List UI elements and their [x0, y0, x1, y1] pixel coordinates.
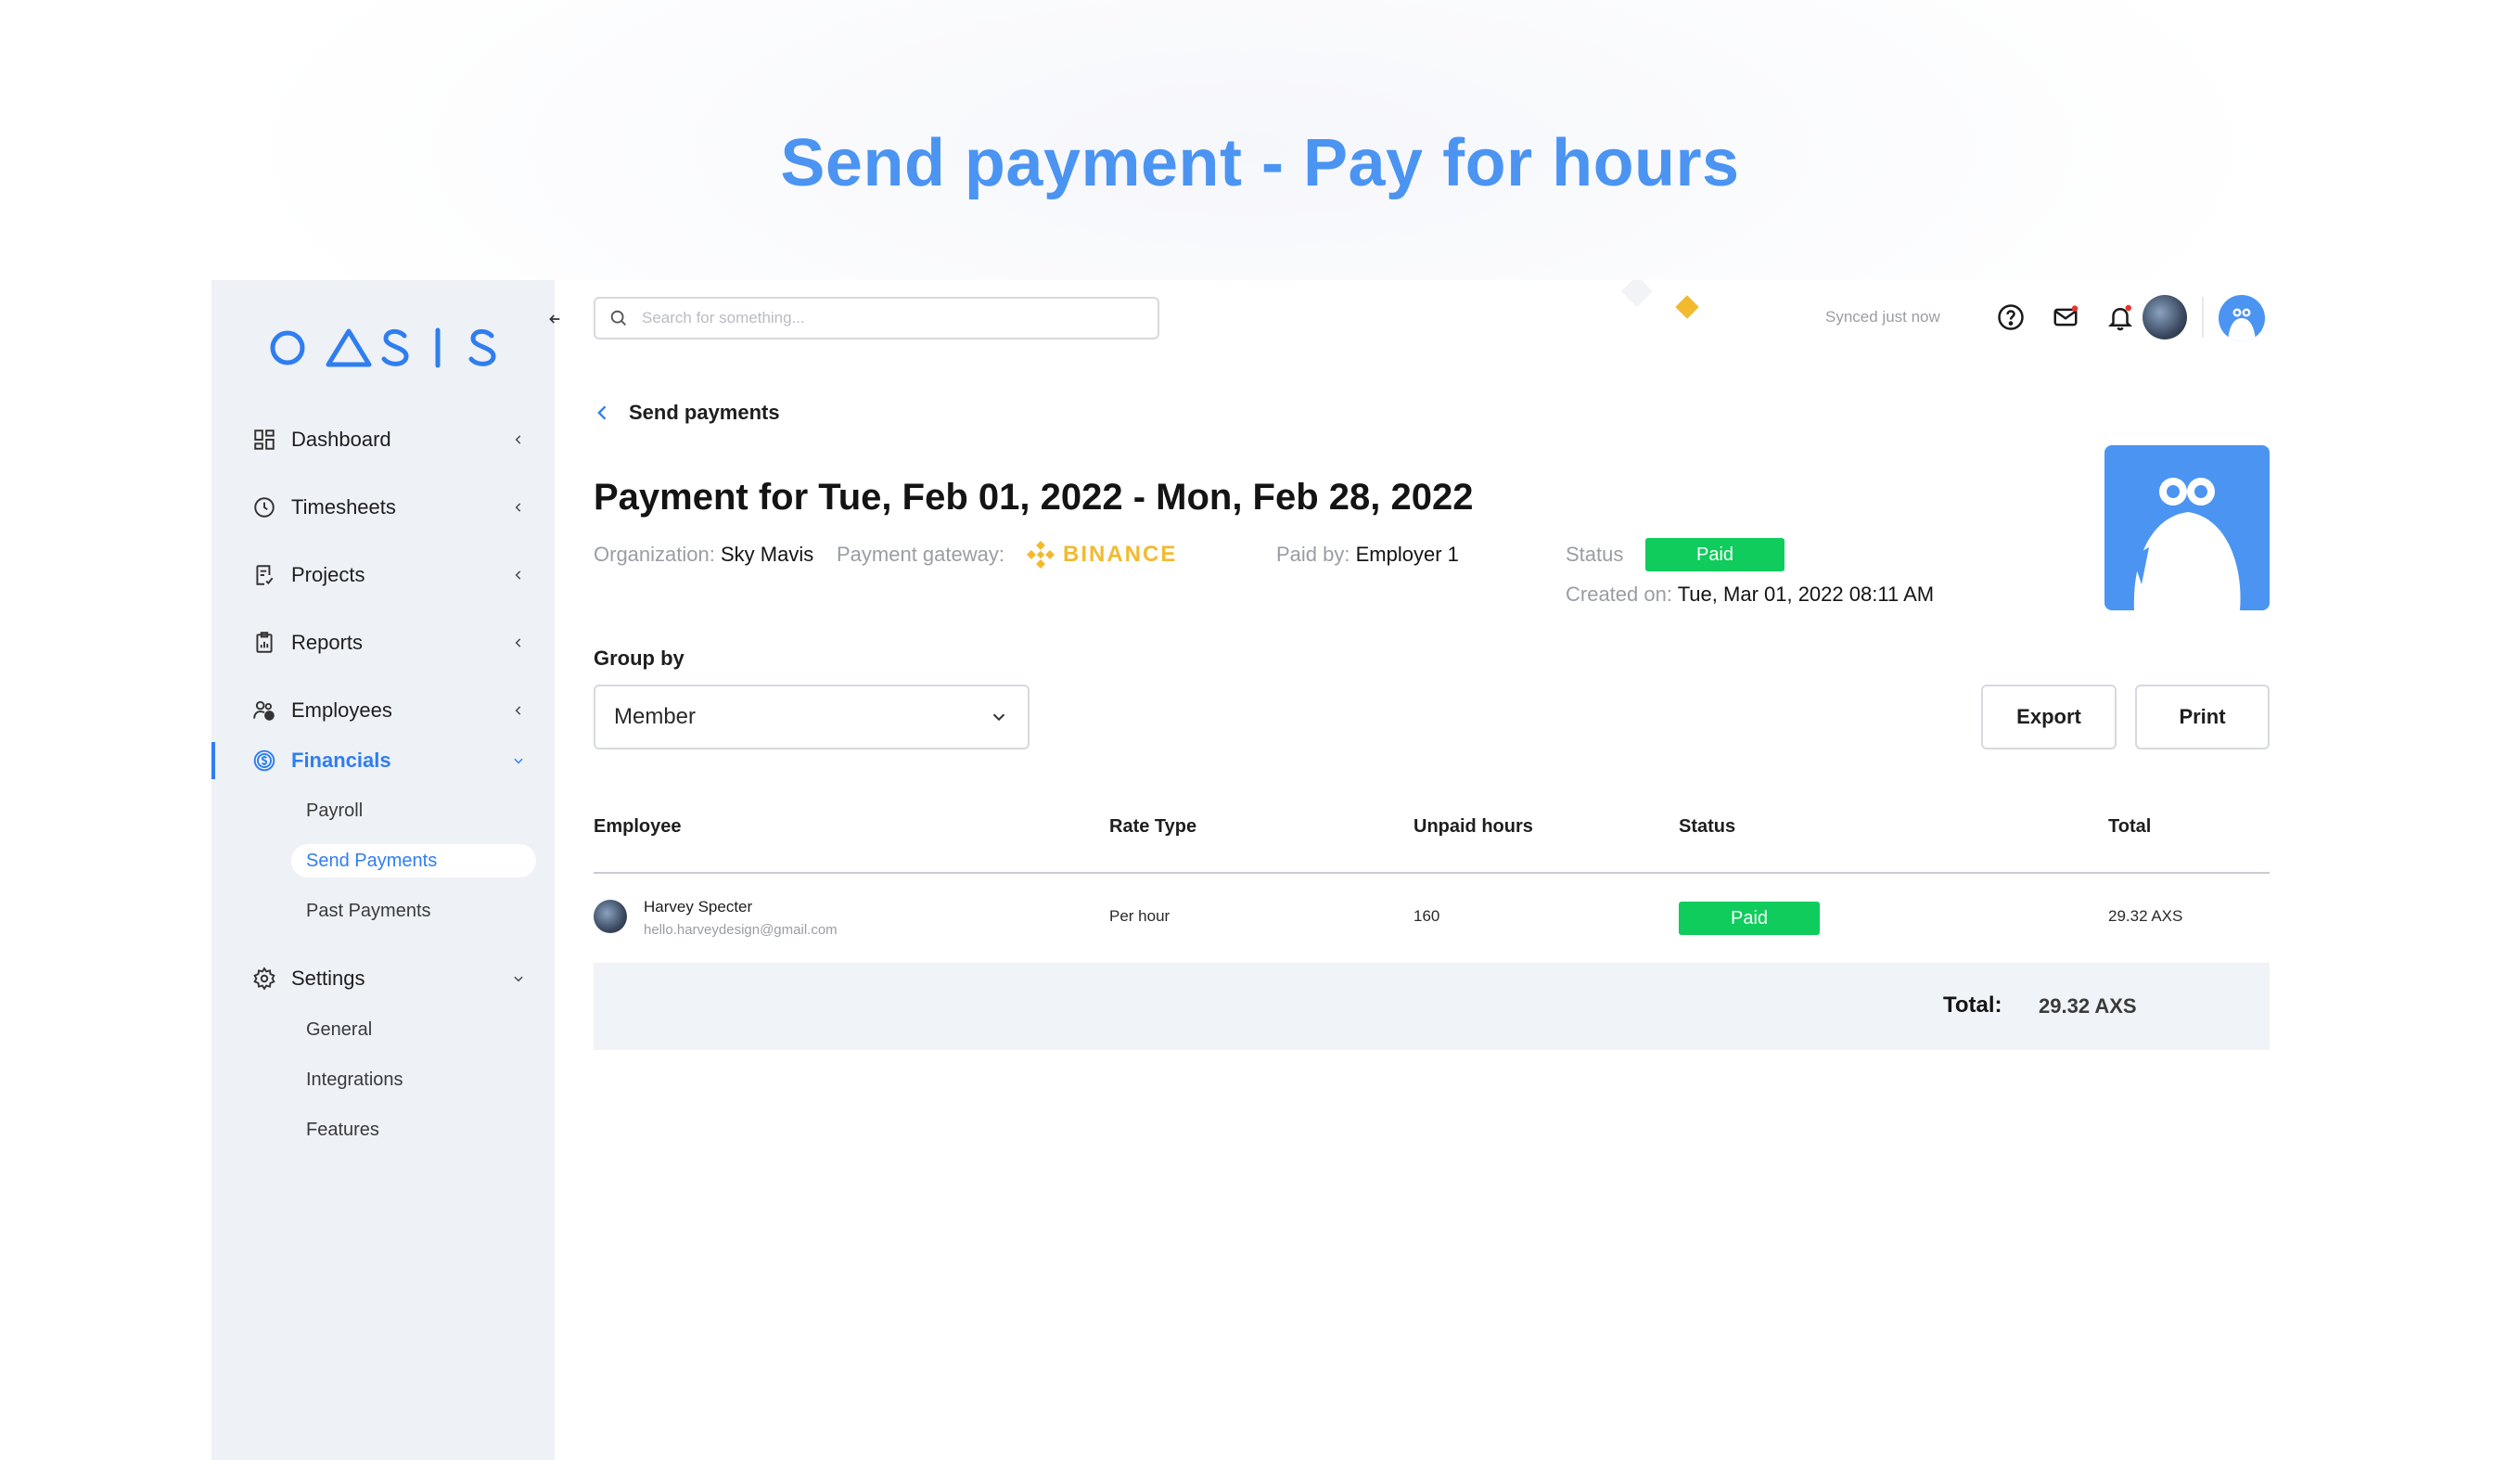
- chevron-left-icon: [508, 633, 529, 653]
- sidebar-item-label: Settings: [291, 967, 365, 990]
- oasis-logo[interactable]: [269, 325, 510, 371]
- footer-total-label: Total:: [1943, 993, 2002, 1018]
- sidebar-item-label: Reports: [291, 631, 364, 654]
- created-label: Created on:: [1566, 583, 1672, 606]
- status-label: Status: [1566, 543, 1624, 566]
- employee-name: Harvey Specter: [644, 898, 753, 916]
- sidebar-item-label: Employees: [291, 698, 392, 722]
- avatar: [594, 900, 627, 933]
- table-header-divider: [594, 872, 2270, 874]
- sidebar-item-employees[interactable]: Employees: [250, 692, 529, 729]
- paid-by-meta: Paid by: Employer 1: [1276, 543, 1459, 567]
- page-heading: Send payment - Pay for hours: [780, 126, 1740, 200]
- user-avatar[interactable]: [2143, 295, 2187, 339]
- chevron-left-icon: [508, 700, 529, 721]
- chevron-left-icon: [597, 405, 607, 420]
- payment-title: Payment for Tue, Feb 01, 2022 - Mon, Feb…: [594, 477, 1474, 518]
- active-indicator: [211, 742, 215, 779]
- bell-icon[interactable]: [2104, 301, 2137, 334]
- file-check-icon: [250, 561, 278, 589]
- column-header-status: Status: [1679, 816, 1736, 837]
- sidebar-subitem-past-payments[interactable]: Past Payments: [291, 894, 446, 928]
- table-footer: [594, 963, 2270, 1050]
- gear-icon: [250, 965, 278, 993]
- search-input[interactable]: Search for something...: [594, 297, 1159, 339]
- sidebar-item-reports[interactable]: Reports: [250, 624, 529, 661]
- users-icon: [250, 697, 278, 724]
- clock-icon: [250, 493, 278, 521]
- column-header-employee: Employee: [594, 816, 682, 837]
- main-content: Search for something... Synced just now …: [555, 280, 2309, 1460]
- sidebar-item-timesheets[interactable]: Timesheets: [250, 489, 529, 526]
- sidebar-item-label: Timesheets: [291, 495, 396, 519]
- organization-value: Sky Mavis: [720, 543, 814, 566]
- sidebar-subitem-integrations[interactable]: Integrations: [291, 1063, 418, 1096]
- group-by-value: Member: [614, 704, 697, 729]
- decor-diamond: [1621, 280, 1653, 307]
- group-by-label: Group by: [594, 647, 684, 670]
- penguin-icon: [2132, 478, 2241, 610]
- organization-meta: Organization: Sky Mavis: [594, 543, 813, 567]
- sidebar-item-settings[interactable]: Settings: [250, 960, 529, 997]
- sidebar-subitem-send-payments[interactable]: Send Payments: [291, 844, 536, 877]
- arrow-left-icon: [549, 314, 560, 324]
- sidebar-item-label: Financials: [291, 749, 391, 772]
- chevron-down-icon: [992, 713, 1005, 722]
- chevron-left-icon: [508, 565, 529, 585]
- gateway-value: BINANCE: [1063, 542, 1178, 567]
- employee-email: hello.harveydesign@gmail.com: [644, 922, 838, 938]
- chevron-left-icon: [508, 497, 529, 518]
- collapse-sidebar-button[interactable]: [544, 308, 566, 330]
- group-by-select[interactable]: Member: [594, 685, 1030, 749]
- binance-diamond: [1675, 295, 1699, 319]
- column-header-unpaid-hours: Unpaid hours: [1414, 816, 1533, 837]
- chevron-down-icon: [508, 968, 529, 989]
- sidebar-item-projects[interactable]: Projects: [250, 557, 529, 594]
- organization-label: Organization:: [594, 543, 715, 566]
- sidebar-subitem-payroll[interactable]: Payroll: [291, 794, 377, 827]
- created-value: Tue, Mar 01, 2022 08:11 AM: [1677, 583, 1935, 606]
- sidebar-subitem-general[interactable]: General: [291, 1013, 387, 1046]
- paid-by-label: Paid by:: [1276, 543, 1350, 566]
- created-meta: Created on: Tue, Mar 01, 2022 08:11 AM: [1566, 583, 1934, 607]
- binance-icon: [1027, 541, 1055, 569]
- sidebar-subitem-features[interactable]: Features: [291, 1113, 394, 1146]
- unpaid-hours-cell: 160: [1414, 907, 1440, 925]
- rate-type-cell: Per hour: [1109, 907, 1170, 925]
- chevron-left-icon: [508, 429, 529, 450]
- organization-image: [2104, 445, 2270, 610]
- org-avatar[interactable]: [2219, 295, 2265, 341]
- sync-status: Synced just now: [1825, 308, 1940, 326]
- sidebar: Dashboard Timesheets Projects Reports Em…: [211, 280, 555, 1460]
- sidebar-item-dashboard[interactable]: Dashboard: [250, 421, 529, 458]
- divider: [2202, 297, 2204, 338]
- mail-icon[interactable]: [2049, 301, 2082, 334]
- app-window: Dashboard Timesheets Projects Reports Em…: [211, 280, 2309, 1460]
- sidebar-item-financials[interactable]: Financials: [250, 742, 529, 779]
- paid-by-value: Employer 1: [1355, 543, 1459, 566]
- column-header-rate-type: Rate Type: [1109, 816, 1197, 837]
- chevron-down-icon: [508, 750, 529, 771]
- column-header-total: Total: [2108, 816, 2152, 837]
- back-link[interactable]: Send payments: [594, 401, 780, 425]
- search-placeholder: Search for something...: [642, 309, 805, 327]
- penguin-icon: [2228, 308, 2256, 341]
- binance-logo: BINANCE: [1026, 540, 1177, 570]
- row-status-badge: Paid: [1679, 902, 1820, 935]
- export-button[interactable]: Export: [1981, 685, 2117, 749]
- print-button[interactable]: Print: [2135, 685, 2270, 749]
- dollar-circle-icon: [250, 747, 278, 775]
- status-badge: Paid: [1645, 538, 1784, 571]
- grid-icon: [250, 426, 278, 454]
- gateway-label: Payment gateway:: [837, 543, 1004, 566]
- clipboard-icon: [250, 629, 278, 657]
- help-icon[interactable]: [1994, 301, 2028, 334]
- sidebar-item-label: Dashboard: [291, 428, 391, 451]
- search-icon: [610, 310, 626, 326]
- sidebar-item-label: Projects: [291, 563, 365, 586]
- footer-total-value: 29.32 AXS: [2039, 994, 2137, 1018]
- total-cell: 29.32 AXS: [2108, 907, 2183, 925]
- back-label: Send payments: [629, 401, 780, 424]
